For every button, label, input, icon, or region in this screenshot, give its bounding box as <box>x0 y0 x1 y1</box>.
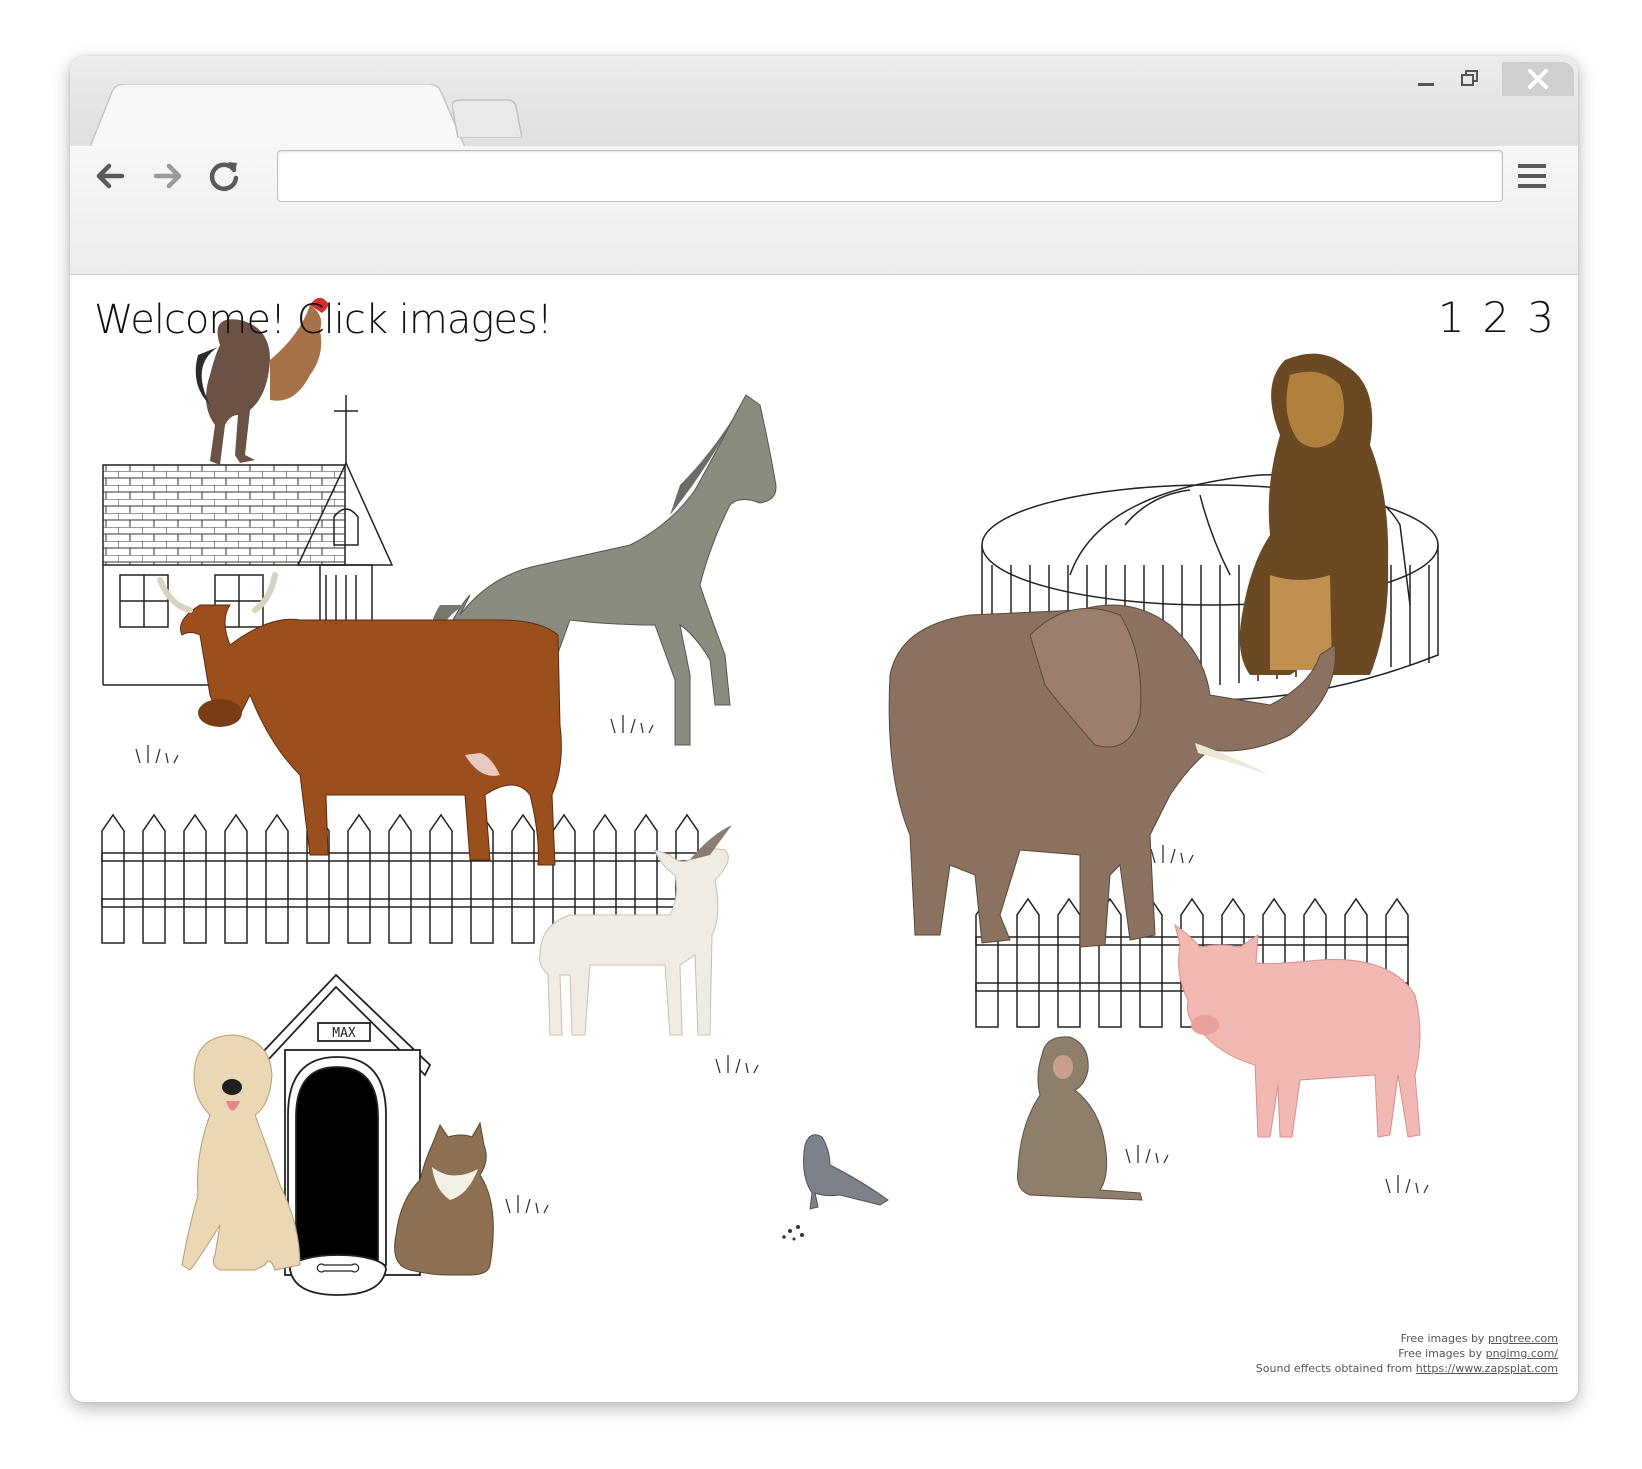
browser-toolbar <box>70 146 1578 275</box>
page-title: Welcome! Click images! <box>94 297 553 343</box>
page-link-1[interactable]: 1 <box>1438 293 1465 342</box>
grass-tuft <box>505 1195 549 1214</box>
fence-picket <box>224 813 248 944</box>
maximize-button[interactable] <box>1454 62 1488 96</box>
back-button[interactable] <box>90 156 130 196</box>
lion-image[interactable] <box>1239 353 1389 675</box>
address-bar[interactable] <box>277 150 1503 202</box>
active-tab[interactable] <box>90 84 465 147</box>
minimize-icon <box>1418 83 1434 86</box>
menu-button[interactable] <box>1510 154 1554 198</box>
credit-link[interactable]: pngtree.com <box>1488 1332 1558 1345</box>
close-button[interactable] <box>1502 62 1574 96</box>
fence-picket <box>183 813 207 944</box>
fence-picket <box>347 813 371 944</box>
grass-tuft <box>135 745 179 764</box>
page-link-2[interactable]: 2 <box>1483 293 1510 342</box>
fence-picket <box>429 813 453 944</box>
back-arrow-icon <box>96 163 125 189</box>
menu-icon <box>1518 164 1546 188</box>
credit-line: Free images by pngtree.com <box>1256 1331 1558 1346</box>
doghouse-sign: MAX <box>332 1026 356 1041</box>
fence-picket <box>511 813 535 944</box>
reload-icon <box>209 162 239 191</box>
farm-scene: MAX <box>101 297 1439 1296</box>
grass-tuft <box>1125 1145 1169 1164</box>
maximize-icon <box>1461 70 1478 86</box>
grass-tuft <box>1385 1175 1429 1194</box>
reload-button[interactable] <box>204 156 244 196</box>
dog-image[interactable] <box>181 1034 301 1271</box>
browser-window: MAX Welcome! Click images! 1 2 3 Free im… <box>70 56 1578 1402</box>
credits: Free images by pngtree.com Free images b… <box>1256 1331 1558 1376</box>
pigeon-image[interactable] <box>782 1134 889 1241</box>
credit-link[interactable]: https://www.zapsplat.com <box>1416 1362 1558 1375</box>
page-selector: 1 2 3 <box>1438 293 1554 342</box>
grass-tuft <box>1150 845 1194 864</box>
credit-prefix: Free images by <box>1398 1347 1486 1360</box>
fence-picket <box>265 813 289 944</box>
new-tab-button[interactable] <box>452 98 522 138</box>
credit-prefix: Free images by <box>1400 1332 1488 1345</box>
page-link-3[interactable]: 3 <box>1527 293 1554 342</box>
minimize-button[interactable] <box>1410 62 1444 96</box>
credit-link[interactable]: pngimg.com/ <box>1486 1347 1558 1360</box>
forward-button[interactable] <box>148 156 188 196</box>
close-icon <box>1528 69 1548 89</box>
tab-strip <box>70 56 1578 147</box>
fence-picket <box>142 813 166 944</box>
credit-line: Free images by pngimg.com/ <box>1256 1346 1558 1361</box>
fence-picket <box>388 813 412 944</box>
page-content: MAX Welcome! Click images! 1 2 3 Free im… <box>70 275 1578 1402</box>
grass-tuft <box>610 715 654 734</box>
fence-picket <box>101 813 125 944</box>
forward-arrow-icon <box>153 163 182 189</box>
credit-line: Sound effects obtained from https://www.… <box>1256 1361 1558 1376</box>
pig-image[interactable] <box>1174 923 1421 1138</box>
credit-prefix: Sound effects obtained from <box>1255 1362 1416 1375</box>
fence-picket <box>1016 897 1040 1028</box>
grass-tuft <box>715 1055 759 1074</box>
monkey-image[interactable] <box>1017 1036 1143 1201</box>
fence-picket <box>1057 897 1081 1028</box>
